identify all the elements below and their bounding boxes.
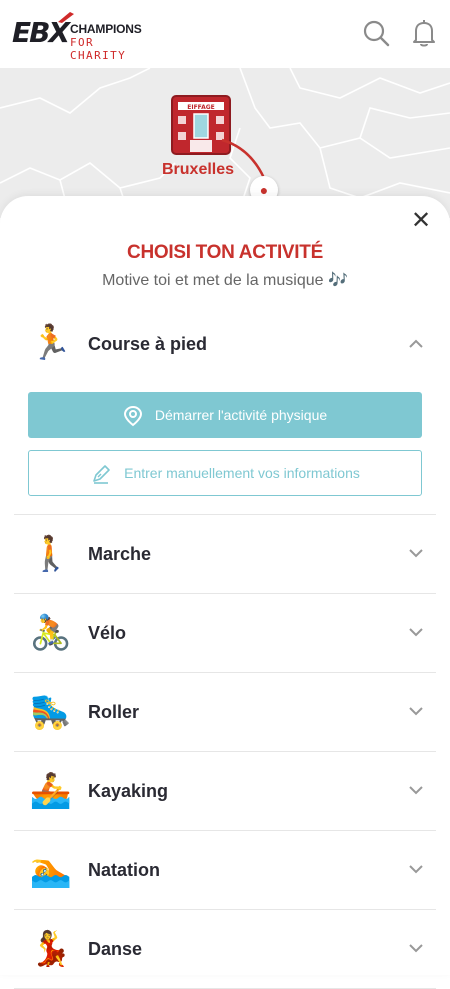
activity-icon: 💃	[29, 930, 73, 968]
bell-icon[interactable]	[409, 18, 439, 48]
activity-label: Natation	[88, 860, 160, 880]
activity-icon: 🚶	[29, 535, 73, 573]
ebx-logo[interactable]: EBX CHAMPIONS FOR CHARITY	[12, 10, 142, 62]
chevron-down-icon[interactable]	[406, 859, 426, 879]
sheet-title: CHOISI TON ACTIVITÉ	[127, 242, 323, 263]
start-activity-label: Démarrer l'activité physique	[154, 407, 328, 423]
activity-row[interactable]: 🛼 Roller	[14, 673, 436, 752]
activity-label: Marche	[88, 544, 152, 564]
chevron-down-icon[interactable]	[406, 622, 426, 642]
activity-row[interactable]: 🚶 Marche	[14, 515, 436, 594]
start-activity-button[interactable]: Démarrer l'activité physique	[28, 392, 422, 438]
activity-icon: 🚴	[29, 614, 73, 652]
close-icon[interactable]: ✕	[410, 209, 432, 233]
activity-icon: 🚣	[29, 772, 73, 810]
logo-champions-text: CHAMPIONS	[70, 22, 142, 36]
activity-icon: 🛼	[29, 693, 73, 731]
activity-label: Roller	[88, 702, 140, 722]
activity-sheet: ✕ CHOISI TON ACTIVITÉ Motive toi et met …	[0, 196, 450, 989]
activity-label: Vélo	[88, 623, 127, 643]
runner-icon: 🏃	[29, 324, 73, 362]
sheet-subtitle: Motive toi et met de la musique 🎶	[102, 272, 348, 289]
chevron-down-icon[interactable]	[406, 543, 426, 563]
activity-row[interactable]: 🏊 Natation	[14, 831, 436, 910]
chevron-down-icon[interactable]	[406, 780, 426, 800]
search-icon[interactable]	[361, 18, 391, 48]
city-label: Bruxelles	[162, 161, 235, 178]
manual-entry-button[interactable]: Entrer manuellement vos informations	[28, 450, 422, 496]
building-sign-text: EIFFAGE	[187, 104, 215, 111]
activity-label: Course à pied	[88, 334, 208, 354]
activity-icon: 🏊	[29, 851, 73, 889]
activity-row[interactable]: 💃 Danse	[14, 910, 436, 989]
activity-row[interactable]: 🚴 Vélo	[14, 594, 436, 673]
logo-charity-text: FOR CHARITY	[70, 36, 127, 62]
chevron-down-icon[interactable]	[406, 938, 426, 958]
activity-label: Kayaking	[88, 781, 169, 801]
manual-entry-label: Entrer manuellement vos informations	[124, 465, 360, 481]
chevron-up-icon[interactable]	[406, 334, 426, 354]
activity-row[interactable]: 🚣 Kayaking	[14, 752, 436, 831]
location-pin-icon	[123, 406, 142, 427]
chevron-down-icon[interactable]	[406, 701, 426, 721]
activity-label: Danse	[88, 939, 143, 959]
app-header: EBX CHAMPIONS FOR CHARITY	[0, 0, 450, 68]
pen-icon	[93, 465, 110, 485]
